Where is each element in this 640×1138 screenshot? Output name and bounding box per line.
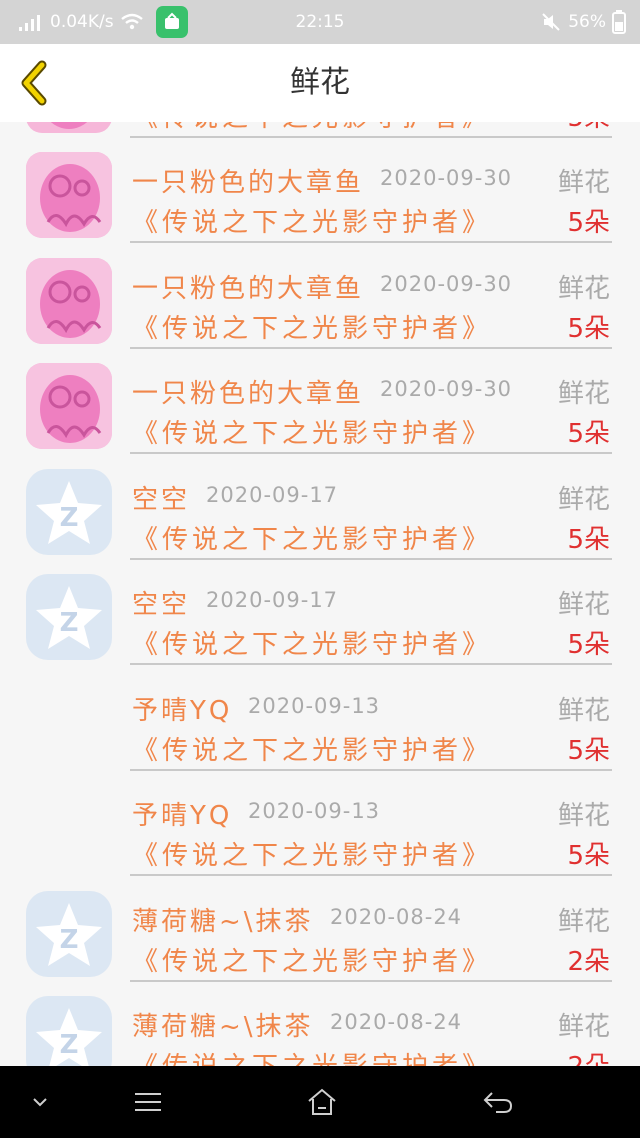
qq-avatar[interactable]: Z — [26, 890, 112, 977]
date: 2020-09-13 — [248, 799, 381, 823]
book-title[interactable]: 《传说之下之光影守护者》 — [132, 835, 492, 872]
list-item[interactable]: Z 薄荷糖~\抹茶 2020-08-24 《传说之下之光影守护者》 鲜花 2朵 — [0, 877, 640, 982]
book-title[interactable]: 《传说之下之光影守护者》 — [132, 941, 492, 978]
flower-count: 5朵 — [567, 630, 610, 660]
menu-icon — [135, 1093, 161, 1111]
flower-count: 5朵 — [567, 122, 610, 134]
chevron-left-icon — [21, 60, 47, 106]
book-title[interactable]: 《传说之下之光影守护者》 — [132, 202, 492, 239]
user-name[interactable]: 空空 — [132, 479, 190, 516]
flower-count: 5朵 — [567, 841, 610, 871]
flower-count: 5朵 — [567, 524, 610, 555]
date: 2020-09-30 — [380, 166, 513, 190]
book-title[interactable]: 《传说之下之光影守护者》 — [132, 1046, 492, 1066]
date: 2020-09-13 — [248, 693, 381, 718]
date: 2020-09-17 — [206, 482, 339, 507]
list-item[interactable]: Z 空空 2020-09-17 《传说之下之光影守护者》 鲜花 5朵 — [0, 560, 640, 665]
book-title[interactable]: 《传说之下之光影守护者》 — [132, 413, 492, 450]
user-name[interactable]: 空空 — [132, 584, 190, 621]
status-bar: 0.04K/s 22:15 56% — [0, 0, 640, 44]
mute-icon — [542, 13, 560, 31]
list-item[interactable]: Z 薄荷糖~\抹茶 2020-08-24 《传说之下之光影守护者》 鲜花 2朵 — [0, 982, 640, 1066]
svg-text:Z: Z — [60, 1030, 79, 1060]
qq-avatar[interactable]: Z — [26, 996, 112, 1066]
battery-icon — [612, 10, 626, 34]
date: 2020-08-24 — [330, 1010, 463, 1034]
system-back-button[interactable] — [478, 1084, 518, 1120]
book-title[interactable]: 《传说之下之光影守护者》 — [132, 730, 492, 767]
page-header: 鲜花 — [0, 44, 640, 122]
back-arrow-icon — [483, 1092, 513, 1113]
flower-count: 2朵 — [567, 946, 610, 977]
user-name[interactable]: 一只粉色的大章鱼 — [132, 373, 364, 410]
svg-text:Z: Z — [60, 608, 79, 638]
gift-type: 鲜花 — [557, 379, 610, 409]
svg-text:Z: Z — [60, 503, 79, 533]
chevron-down-icon — [33, 1098, 47, 1107]
gift-type: 鲜花 — [557, 168, 610, 198]
gift-type: 鲜花 — [557, 484, 610, 515]
gift-type: 鲜花 — [557, 801, 610, 831]
avatar[interactable] — [26, 152, 112, 238]
qq-avatar[interactable]: Z — [26, 574, 112, 660]
home-icon — [308, 1088, 336, 1115]
user-name[interactable]: 一只粉色的大章鱼 — [132, 162, 364, 199]
gift-type: 鲜花 — [557, 1012, 610, 1042]
home-button[interactable] — [302, 1084, 342, 1120]
gift-type: 鲜花 — [557, 695, 610, 726]
flower-list[interactable]: 《传说之下之光影守护者》 5朵 一只粉色的大章鱼 2020-09-30 《传说之下之… — [0, 122, 640, 1066]
user-name[interactable]: 予晴YQ — [132, 795, 232, 832]
user-name[interactable]: 薄荷糖~\抹茶 — [132, 1006, 314, 1043]
avatar[interactable] — [26, 257, 112, 344]
svg-text:Z: Z — [60, 925, 79, 955]
list-item[interactable]: 一只粉色的大章鱼 2020-09-30 《传说之下之光影守护者》 鲜花 5朵 — [0, 349, 640, 454]
avatar — [26, 122, 112, 133]
qq-avatar[interactable]: Z — [26, 468, 112, 555]
gift-type: 鲜花 — [557, 906, 610, 937]
battery-percent: 56% — [568, 12, 606, 32]
list-item-partial[interactable]: 《传说之下之光影守护者》 5朵 — [0, 122, 640, 138]
book-title[interactable]: 《传说之下之光影守护者》 — [132, 624, 492, 661]
flower-count: 2朵 — [567, 1046, 610, 1066]
flower-count: 5朵 — [567, 735, 610, 766]
list-item[interactable]: 一只粉色的大章鱼 2020-09-30 《传说之下之光影守护者》 鲜花 5朵 — [0, 244, 640, 349]
list-item[interactable]: 予晴YQ 2020-09-13 《传说之下之光影守护者》 鲜花 5朵 — [0, 666, 640, 771]
gift-type: 鲜花 — [557, 273, 610, 304]
status-right: 56% — [540, 0, 626, 44]
menu-button[interactable] — [128, 1084, 168, 1120]
date: 2020-09-17 — [206, 588, 339, 612]
flower-count: 5朵 — [567, 419, 610, 449]
flower-count: 5朵 — [567, 208, 610, 238]
avatar[interactable] — [26, 363, 112, 449]
user-name[interactable]: 一只粉色的大章鱼 — [132, 268, 364, 305]
flower-count: 5朵 — [567, 313, 610, 344]
book-title: 《传说之下之光影守护者》 — [132, 122, 492, 134]
date: 2020-08-24 — [330, 904, 463, 929]
list-item[interactable]: 予晴YQ 2020-09-13 《传说之下之光影守护者》 鲜花 5朵 — [0, 771, 640, 876]
back-button[interactable] — [12, 58, 56, 108]
collapse-button[interactable] — [20, 1084, 60, 1120]
list-item[interactable]: Z 空空 2020-09-17 《传说之下之光影守护者》 鲜花 5朵 — [0, 455, 640, 560]
user-name[interactable]: 薄荷糖~\抹茶 — [132, 901, 314, 938]
book-title[interactable]: 《传说之下之光影守护者》 — [132, 519, 492, 556]
system-nav-bar — [0, 1066, 640, 1138]
date: 2020-09-30 — [380, 377, 513, 401]
book-title[interactable]: 《传说之下之光影守护者》 — [132, 308, 492, 345]
gift-type: 鲜花 — [557, 590, 610, 620]
date: 2020-09-30 — [380, 271, 513, 296]
page-title: 鲜花 — [290, 65, 350, 100]
list-item[interactable]: 一只粉色的大章鱼 2020-09-30 《传说之下之光影守护者》 鲜花 5朵 — [0, 138, 640, 243]
user-name[interactable]: 予晴YQ — [132, 690, 232, 727]
